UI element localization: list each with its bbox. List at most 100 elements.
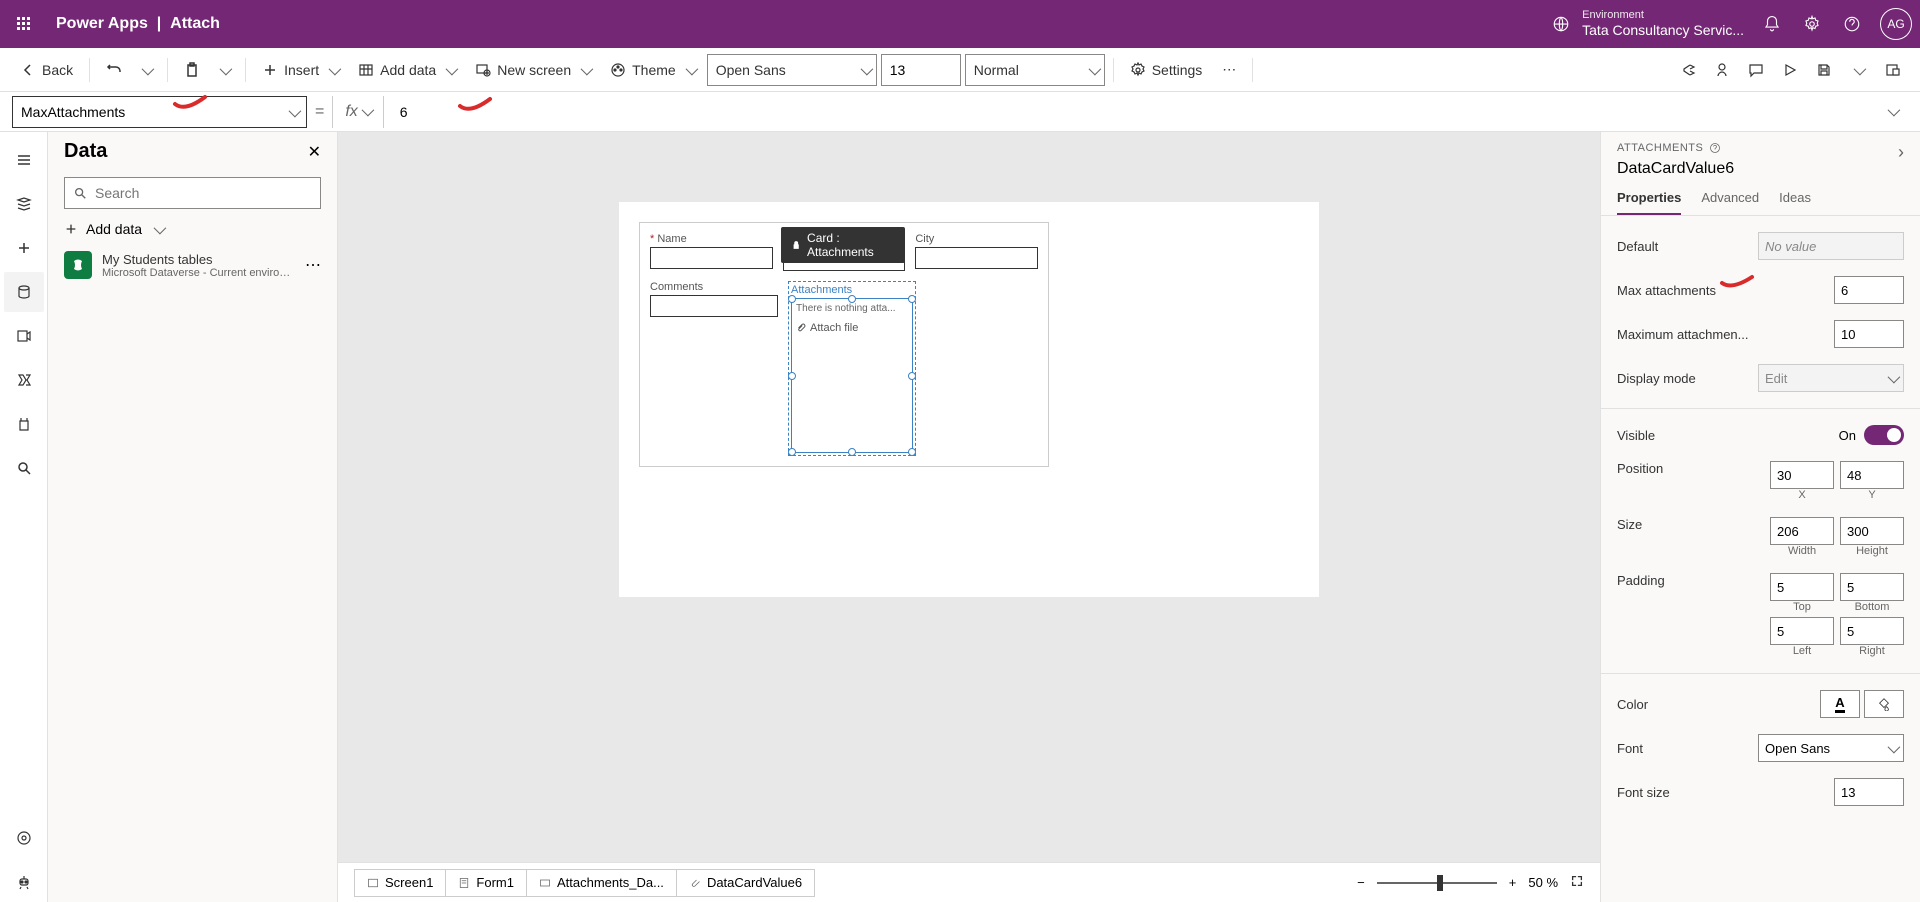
prop-font-value[interactable]: Open Sans: [1758, 734, 1904, 762]
data-rail-icon[interactable]: [4, 272, 44, 312]
font-select[interactable]: Open Sans: [707, 54, 877, 86]
add-data-button[interactable]: Add data: [350, 58, 463, 82]
attachments-card[interactable]: Attachments There is nothing atta... Att…: [788, 281, 916, 456]
insert-button[interactable]: Insert: [254, 58, 346, 82]
comments-input[interactable]: [650, 295, 778, 317]
visible-toggle[interactable]: [1864, 425, 1904, 445]
more-button[interactable]: ⋯: [1214, 57, 1244, 82]
formula-bar: MaxAttachments = fx: [0, 92, 1920, 132]
prop-fontsize-value[interactable]: [1834, 778, 1904, 806]
add-data-link[interactable]: Add data: [48, 215, 337, 243]
prop-y[interactable]: [1840, 461, 1904, 489]
zoom-out[interactable]: −: [1357, 875, 1365, 890]
media-rail-icon[interactable]: [4, 316, 44, 356]
attachments-control[interactable]: There is nothing atta... Attach file: [791, 298, 913, 453]
prop-fontsize-label: Font size: [1617, 785, 1670, 800]
insert-rail-icon[interactable]: [4, 228, 44, 268]
data-item-more[interactable]: ⋯: [305, 255, 321, 275]
tree-view-icon[interactable]: [4, 184, 44, 224]
help-icon[interactable]: [1832, 4, 1872, 44]
formula-input[interactable]: [392, 96, 1868, 128]
prop-x[interactable]: [1770, 461, 1834, 489]
preview-icon[interactable]: [1774, 54, 1806, 86]
tab-ideas[interactable]: Ideas: [1779, 190, 1811, 215]
environment-picker[interactable]: Environment Tata Consultancy Servic...: [1552, 9, 1744, 39]
virtual-agent-icon[interactable]: [4, 862, 44, 902]
crumb-form[interactable]: Form1: [445, 869, 527, 897]
publish-icon[interactable]: [1876, 54, 1908, 86]
name-input[interactable]: [650, 247, 773, 269]
share-icon[interactable]: [1672, 54, 1704, 86]
crumb-control[interactable]: DataCardValue6: [676, 869, 815, 897]
prop-size-label: Size: [1617, 517, 1642, 532]
crumb-card[interactable]: Attachments_Da...: [526, 869, 677, 897]
property-selector[interactable]: MaxAttachments: [12, 96, 307, 128]
dataverse-icon: [64, 251, 92, 279]
data-search[interactable]: [64, 177, 321, 209]
props-collapse-icon[interactable]: ›: [1898, 142, 1904, 163]
save-icon[interactable]: [1808, 54, 1840, 86]
formula-expand[interactable]: [1876, 103, 1908, 121]
prop-pad-top[interactable]: [1770, 573, 1834, 601]
card-tooltip: Card : Attachments: [781, 227, 906, 263]
prop-pad-left[interactable]: [1770, 617, 1834, 645]
prop-default-label: Default: [1617, 239, 1658, 254]
prop-pad-bottom[interactable]: [1840, 573, 1904, 601]
undo-button[interactable]: [98, 58, 130, 82]
checker-icon[interactable]: [1706, 54, 1738, 86]
prop-displaymode-value: Edit: [1758, 364, 1904, 392]
prop-width[interactable]: [1770, 517, 1834, 545]
hamburger-icon[interactable]: [4, 140, 44, 180]
data-search-input[interactable]: [95, 185, 312, 201]
prop-height[interactable]: [1840, 517, 1904, 545]
edit-form[interactable]: * Name Card : Attachments City: [639, 222, 1049, 467]
prop-pad-right[interactable]: [1840, 617, 1904, 645]
city-input[interactable]: [915, 247, 1038, 269]
notifications-icon[interactable]: [1752, 4, 1792, 44]
close-icon[interactable]: ✕: [308, 142, 321, 162]
undo-dropdown[interactable]: [134, 58, 159, 82]
fit-screen-icon[interactable]: [1570, 874, 1584, 891]
font-weight-select[interactable]: Normal: [965, 54, 1105, 86]
tab-properties[interactable]: Properties: [1617, 190, 1681, 215]
prop-maxsize-value[interactable]: [1834, 320, 1904, 348]
data-source-item[interactable]: My Students tables Microsoft Dataverse -…: [48, 243, 337, 287]
settings-icon[interactable]: [1792, 4, 1832, 44]
data-source-sub: Microsoft Dataverse - Current environm..…: [102, 267, 295, 279]
field-label-comments: Comments: [650, 281, 778, 293]
attach-file-link[interactable]: Attach file: [796, 322, 908, 334]
settings-button[interactable]: Settings: [1122, 58, 1211, 82]
settings-rail-icon[interactable]: [4, 818, 44, 858]
annotation-check-3: [1717, 274, 1757, 292]
prop-maxatt-value[interactable]: [1834, 276, 1904, 304]
search-rail-icon[interactable]: [4, 448, 44, 488]
font-color-button[interactable]: A: [1820, 690, 1860, 718]
data-source-name: My Students tables: [102, 252, 295, 267]
zoom-in[interactable]: +: [1509, 875, 1517, 890]
variables-rail-icon[interactable]: [4, 404, 44, 444]
zoom-slider[interactable]: [1377, 882, 1497, 884]
crumb-screen[interactable]: Screen1: [354, 869, 446, 897]
tab-advanced[interactable]: Advanced: [1701, 190, 1759, 215]
font-size-input[interactable]: [881, 54, 961, 86]
app-header: Power Apps | Attach Environment Tata Con…: [0, 0, 1920, 48]
prop-visible-text: On: [1839, 428, 1856, 443]
app-canvas[interactable]: * Name Card : Attachments City: [619, 202, 1319, 597]
data-panel: Data ✕ Add data My Students tables Micro…: [48, 132, 338, 902]
user-avatar[interactable]: AG: [1880, 8, 1912, 40]
flows-rail-icon[interactable]: [4, 360, 44, 400]
new-screen-button[interactable]: New screen: [467, 58, 598, 82]
back-button[interactable]: Back: [12, 58, 81, 82]
theme-button[interactable]: Theme: [602, 58, 703, 82]
prop-maxatt-label: Max attachments: [1617, 283, 1716, 298]
fx-label[interactable]: fx: [332, 96, 383, 128]
comments-icon[interactable]: [1740, 54, 1772, 86]
waffle-icon[interactable]: [8, 8, 40, 40]
field-label-name: Name: [657, 233, 686, 245]
fill-color-button[interactable]: [1864, 690, 1904, 718]
paste-dropdown[interactable]: [212, 58, 237, 82]
save-dropdown[interactable]: [1842, 54, 1874, 86]
paste-button[interactable]: [176, 58, 208, 82]
command-bar: Back Insert Add data New screen Theme Op…: [0, 48, 1920, 92]
equals-label: =: [315, 103, 324, 121]
